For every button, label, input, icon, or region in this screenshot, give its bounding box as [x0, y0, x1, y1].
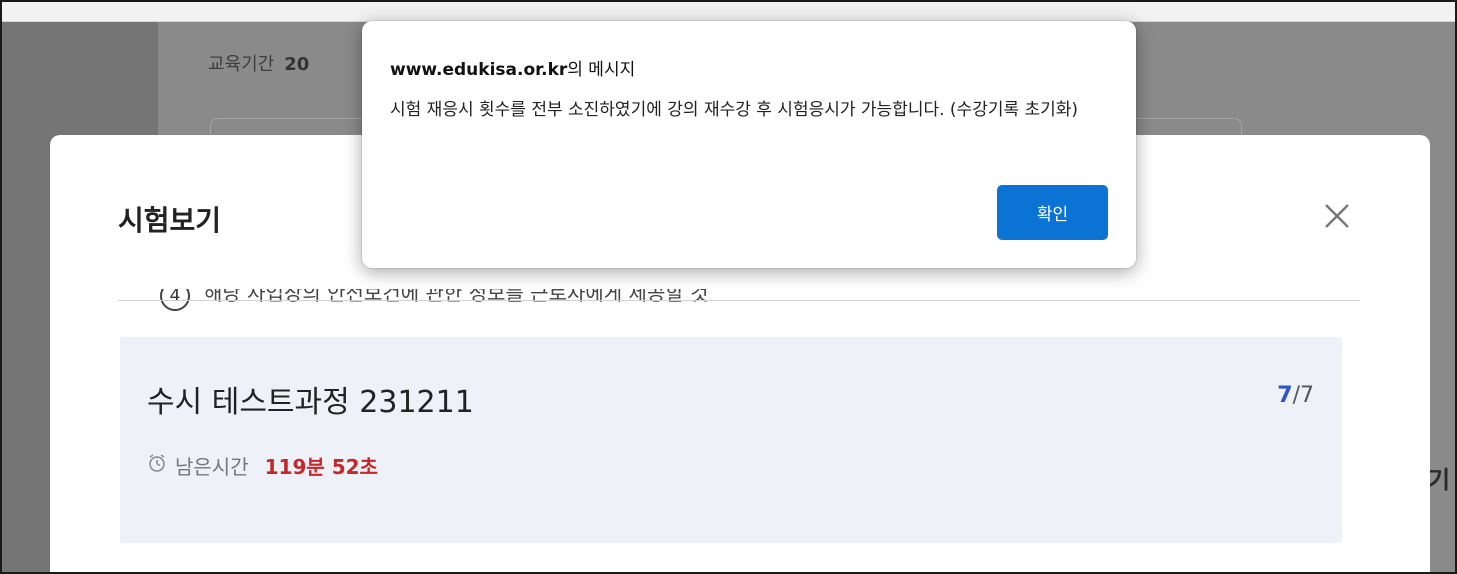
cropped-text-line — [150, 0, 910, 2]
remaining-time-value: 119분 52초 — [264, 455, 378, 479]
alert-message: 시험 재응시 횟수를 전부 소진하였기에 강의 재수강 후 시험응시가 가능합니… — [390, 100, 1079, 120]
exam-title: 수시 테스트과정 231211 — [147, 385, 474, 420]
exam-progress-total: /7 — [1292, 383, 1314, 408]
browser-top-strip — [0, 0, 1457, 22]
close-icon[interactable] — [1320, 199, 1354, 233]
background-edge-text: 기 — [1428, 466, 1451, 494]
exam-progress: 7/7 — [1277, 383, 1314, 408]
modal-divider — [118, 300, 1360, 301]
question-list-peek: 4 해당 사업장의 안전보건에 관한 정보를 근로자에게 제공할 것 — [160, 289, 940, 313]
education-period-value: 20 — [284, 54, 310, 75]
alert-origin-domain: www.edukisa.or.kr — [390, 60, 568, 80]
education-period: 교육기간 20 — [208, 50, 309, 76]
alert-origin-suffix: 의 메시지 — [567, 60, 636, 80]
education-period-label: 교육기간 — [208, 54, 275, 75]
question-text-peek: 해당 사업장의 안전보건에 관한 정보를 근로자에게 제공할 것 — [204, 289, 709, 305]
exam-info-card: 수시 테스트과정 231211 7/7 남은시간 119분 52초 — [120, 337, 1342, 543]
alarm-clock-icon — [147, 453, 167, 478]
ok-button[interactable]: 확인 — [997, 185, 1108, 240]
alert-origin: www.edukisa.or.kr의 메시지 — [390, 55, 635, 80]
modal-title: 시험보기 — [118, 204, 222, 237]
remaining-time-label: 남은시간 — [175, 455, 249, 479]
browser-alert-dialog: www.edukisa.or.kr의 메시지 시험 재응시 횟수를 전부 소진하… — [362, 21, 1136, 268]
exam-progress-current: 7 — [1277, 383, 1293, 408]
remaining-time: 남은시간 119분 52초 — [147, 451, 378, 480]
